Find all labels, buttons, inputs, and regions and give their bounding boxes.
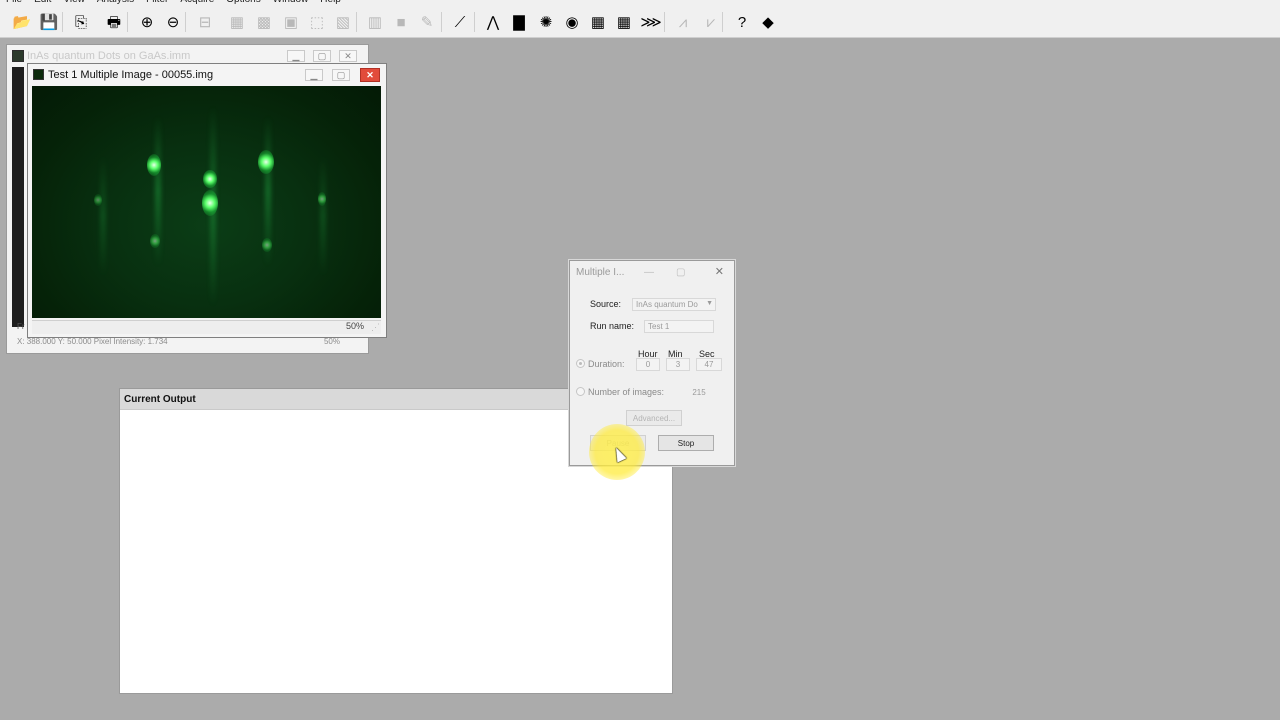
tool-icon[interactable]: ▣ [280,11,302,33]
number-of-images-field[interactable]: 215 [684,386,714,399]
resize-grip-icon[interactable]: ⋰ [371,322,380,333]
zoom-level: 50% [345,321,364,331]
grid-icon[interactable]: ▩ [253,11,275,33]
toolbar-separator [474,12,475,32]
number-of-images-radio[interactable] [576,387,585,396]
profile-icon[interactable]: ⋀ [482,11,504,33]
duration-hour-field[interactable]: 0 [636,358,660,371]
close-icon[interactable]: ✕ [715,265,724,278]
pattern-icon[interactable]: ▧ [332,11,354,33]
close-button[interactable]: ✕ [360,68,380,82]
pattern-3d-icon[interactable]: ✺ [535,11,557,33]
pixel-readout-status: X: 388.000 Y: 50.000 Pixel Intensity: 1.… [17,337,168,346]
duration-radio[interactable] [576,359,585,368]
stop-button[interactable]: Stop [658,435,714,451]
toolbar-separator [664,12,665,32]
zoom-in-icon[interactable]: ⊕ [136,11,158,33]
maximize-button[interactable]: ▢ [313,50,331,62]
image-window-icon [33,69,44,80]
line-tool-icon[interactable]: ⟋ [449,11,471,33]
filter-icon[interactable]: ⬚ [306,11,328,33]
toolbar-separator [722,12,723,32]
histogram-icon[interactable]: ▇ [508,11,530,33]
back-image-area [12,67,24,327]
target-icon[interactable]: ◉ [561,11,583,33]
toolbar-separator [62,12,63,32]
run-name-field[interactable]: Test 1 [644,320,714,333]
save-icon[interactable]: 💾 [38,11,60,33]
crop-icon[interactable]: ⊟ [194,11,216,33]
toolbar-separator [127,12,128,32]
image-window-icon [12,50,24,62]
book-icon[interactable]: ◆ [757,11,779,33]
copy-icon[interactable]: ⎘ [70,11,92,33]
square-icon[interactable]: ■ [390,11,412,33]
open-folder-icon[interactable]: 📂 [11,11,33,33]
multiple-image-dialog[interactable]: Multiple I... — ▢ ✕ Source: InAs quantum… [569,260,735,466]
run-name-label: Run name: [590,321,635,331]
close-button[interactable]: ✕ [339,50,357,62]
number-of-images-label: Number of images: [588,387,665,397]
source-select[interactable]: InAs quantum Do ▼ [632,298,716,311]
chart-icon[interactable]: ▥ [364,11,386,33]
maximize-button[interactable]: ▢ [676,267,685,278]
duration-sec-field[interactable]: 47 [696,358,722,371]
chart-disabled-icon[interactable]: ⩗ [700,11,722,33]
image-window[interactable]: Test 1 Multiple Image - 00055.img ▁ ▢ ✕ … [27,63,387,338]
toolbar-separator [441,12,442,32]
draw-icon[interactable]: ✎ [416,11,438,33]
print-icon[interactable]: 🖶 [103,11,125,33]
toolbar: 📂 💾 ⎘ 🖶 ⊕ ⊖ ⊟ ▦ ▩ ▣ ⬚ ▧ ▥ ■ ✎ ⟋ ⋀ ▇ ✺ ◉ ▦ ▦ ⋙ ⩘ ⩗? ◆ [0,6,1280,38]
duration-label: Duration: [588,359,625,369]
maximize-button[interactable]: ▢ [332,69,350,81]
toolbar-separator [356,12,357,32]
minimize-button[interactable]: — [644,267,654,278]
back-zoom-level: 50% [323,337,340,346]
acquire-icon[interactable]: ▦ [587,11,609,33]
duration-min-field[interactable]: 3 [666,358,690,371]
zoom-out-icon[interactable]: ⊖ [162,11,184,33]
chart-disabled-icon[interactable]: ⩘ [672,11,694,33]
tool-icon[interactable]: ▦ [226,11,248,33]
back-side-label: Fr [17,322,25,331]
diffraction-image[interactable] [32,86,381,318]
advanced-button[interactable]: Advanced... [626,410,682,426]
wave-icon[interactable]: ⋙ [640,11,662,33]
help-icon[interactable]: ? [731,11,753,33]
source-value: InAs quantum Do [636,300,698,309]
toolbar-separator [185,12,186,32]
chevron-down-icon: ▼ [706,300,713,307]
multi-acquire-icon[interactable]: ▦ [613,11,635,33]
image-status-bar [32,320,381,334]
minimize-button[interactable]: ▁ [287,50,305,62]
source-label: Source: [590,299,622,309]
minimize-button[interactable]: ▁ [305,69,323,81]
